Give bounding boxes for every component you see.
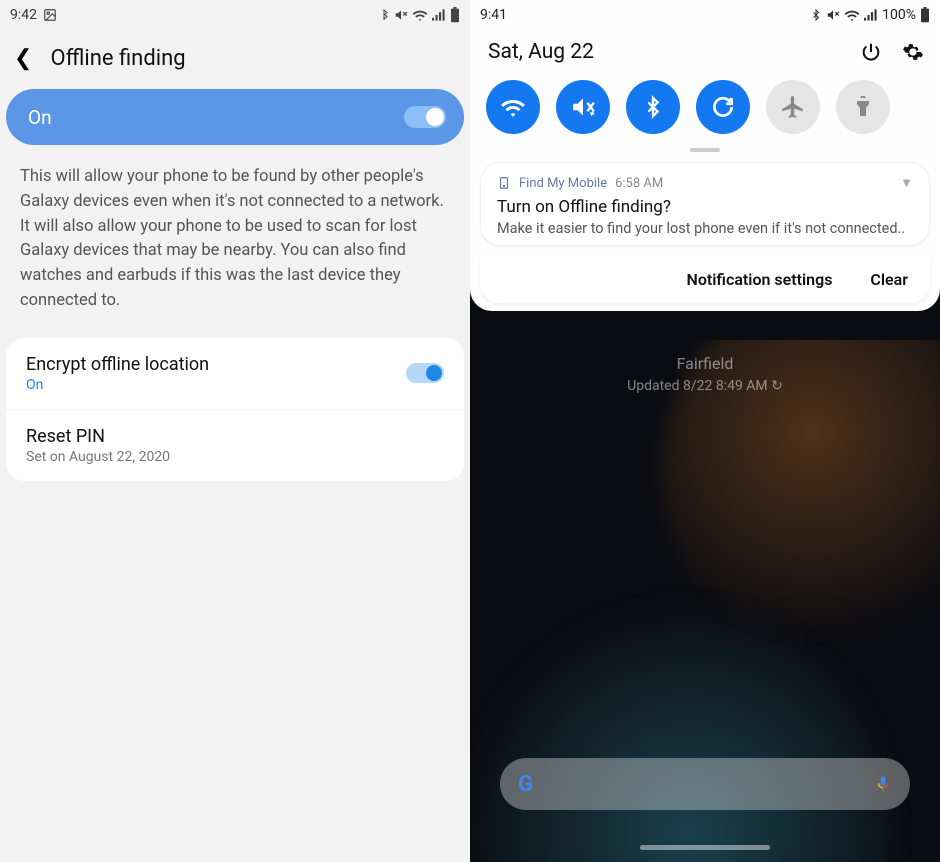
notif-title: Turn on Offline finding? xyxy=(497,197,913,217)
widget-updated: Updated 8/22 8:49 AM ↻ xyxy=(470,376,940,397)
shade-drag-handle[interactable] xyxy=(690,148,720,152)
clock: 9:41 xyxy=(480,7,507,23)
mute-icon xyxy=(826,8,840,22)
app-icon xyxy=(497,176,511,190)
notification-settings-button[interactable]: Notification settings xyxy=(687,270,833,289)
signal-icon xyxy=(432,9,446,21)
google-logo: G xyxy=(518,772,533,797)
signal-icon xyxy=(864,9,878,21)
nav-bar xyxy=(470,832,940,862)
qs-mute[interactable] xyxy=(556,80,610,134)
clock: 9:42 xyxy=(10,7,37,23)
encrypt-toggle-switch[interactable] xyxy=(406,363,444,383)
wifi-icon xyxy=(412,9,428,21)
gesture-handle[interactable] xyxy=(640,845,770,850)
settings-pane: 9:42 ❮ Offline finding On This will allo… xyxy=(0,0,470,862)
notif-time: 6:58 AM xyxy=(615,176,663,191)
quick-settings-row xyxy=(470,76,940,144)
widget-location: Fairfield xyxy=(470,352,940,376)
master-toggle-switch[interactable] xyxy=(404,106,446,128)
battery-icon xyxy=(920,7,930,23)
reset-pin-row[interactable]: Reset PIN Set on August 22, 2020 xyxy=(6,409,464,481)
shade-header: Sat, Aug 22 xyxy=(470,30,940,76)
notification-card[interactable]: Find My Mobile 6:58 AM ▼ Turn on Offline… xyxy=(480,162,930,246)
master-toggle-label: On xyxy=(28,106,52,129)
qs-bluetooth[interactable] xyxy=(626,80,680,134)
status-bar-left: 9:42 xyxy=(0,0,470,30)
power-icon[interactable] xyxy=(860,41,882,63)
page-header: ❮ Offline finding xyxy=(0,30,470,89)
settings-card: Encrypt offline location On Reset PIN Se… xyxy=(6,338,464,481)
status-bar-right: 9:41 100% xyxy=(470,0,940,30)
qs-wifi[interactable] xyxy=(486,80,540,134)
page-title: Offline finding xyxy=(50,46,185,71)
mic-icon[interactable] xyxy=(874,775,892,793)
encrypt-state: On xyxy=(26,377,209,393)
back-button[interactable]: ❮ xyxy=(14,46,32,71)
google-search-bar[interactable]: G xyxy=(500,758,910,810)
weather-widget[interactable]: Fairfield Updated 8/22 8:49 AM ↻ xyxy=(470,352,940,397)
qs-sync[interactable] xyxy=(696,80,750,134)
battery-percent: 100% xyxy=(882,7,916,23)
encrypt-row[interactable]: Encrypt offline location On xyxy=(6,338,464,409)
clear-button[interactable]: Clear xyxy=(870,270,908,289)
qs-flashlight[interactable] xyxy=(836,80,890,134)
bluetooth-icon xyxy=(810,8,822,22)
master-toggle-row[interactable]: On xyxy=(6,89,464,145)
description-text: This will allow your phone to be found b… xyxy=(0,165,470,338)
mute-icon xyxy=(394,8,408,22)
bluetooth-icon xyxy=(378,8,390,22)
encrypt-title: Encrypt offline location xyxy=(26,354,209,375)
notification-panel: 9:41 100% Sat, Aug 22 xyxy=(470,0,940,311)
reset-pin-title: Reset PIN xyxy=(26,426,444,447)
notif-body: Make it easier to find your lost phone e… xyxy=(497,220,913,237)
image-icon xyxy=(43,8,57,22)
shade-date: Sat, Aug 22 xyxy=(488,40,594,64)
wifi-icon xyxy=(844,9,860,21)
chevron-down-icon[interactable]: ▼ xyxy=(900,175,913,191)
qs-airplane[interactable] xyxy=(766,80,820,134)
reset-pin-sub: Set on August 22, 2020 xyxy=(26,449,444,465)
notif-action-bar: Notification settings Clear xyxy=(480,256,930,303)
notification-shade-pane: Fairfield Updated 8/22 8:49 AM ↻ 9:41 10… xyxy=(470,0,940,862)
battery-icon xyxy=(450,7,460,23)
notif-app-name: Find My Mobile xyxy=(519,176,607,191)
gear-icon[interactable] xyxy=(902,41,924,63)
